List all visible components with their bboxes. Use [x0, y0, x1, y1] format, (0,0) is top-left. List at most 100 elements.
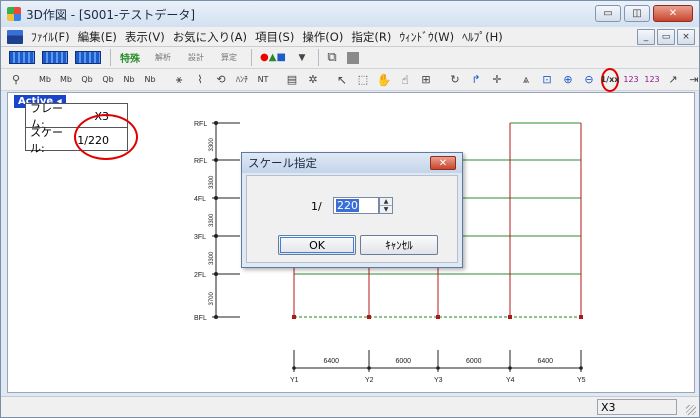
- triangle-icon: ▲: [268, 52, 277, 63]
- close-button[interactable]: ✕: [653, 5, 693, 22]
- mdi-minimize-button[interactable]: _: [637, 29, 655, 45]
- node-tool-button[interactable]: ✲: [304, 71, 322, 89]
- moment-mb2-button[interactable]: Mb: [57, 71, 75, 89]
- axis-label: Y4: [506, 377, 515, 384]
- axis-view-button[interactable]: ↱: [467, 71, 485, 89]
- spin-down-icon[interactable]: ▼: [380, 206, 392, 214]
- floor-label: 4FL: [194, 196, 206, 203]
- zoom-fit-button[interactable]: ⊡: [538, 71, 556, 89]
- mdi-close-button[interactable]: ×: [677, 29, 695, 45]
- shear-qb2-button[interactable]: Qb: [99, 71, 117, 89]
- spring-tool-button[interactable]: ⌇: [191, 71, 209, 89]
- rotate-view-button[interactable]: ↻: [446, 71, 464, 89]
- dialog-close-button[interactable]: ✕: [430, 156, 456, 170]
- number-down-button[interactable]: 123: [643, 71, 661, 89]
- axial-nb2-button[interactable]: Nb: [141, 71, 159, 89]
- stop-icon: [347, 51, 359, 64]
- story-height-label: 3300: [209, 175, 215, 189]
- arrow-end-button[interactable]: ⇥: [685, 71, 700, 89]
- column-base-node: [508, 315, 512, 319]
- number-up-button[interactable]: 123: [622, 71, 640, 89]
- dropdown-arrow-button[interactable]: ▼: [293, 49, 311, 67]
- axis-label: Y3: [434, 377, 443, 384]
- level-node: [214, 272, 218, 276]
- special-button[interactable]: 特殊: [115, 49, 145, 67]
- shear-qb-button[interactable]: Qb: [78, 71, 96, 89]
- force-tool-button[interactable]: ⚲: [7, 71, 25, 89]
- menu-file[interactable]: ﾌｧｲﾙ(F): [27, 29, 74, 45]
- frame-elevation-button[interactable]: [73, 49, 103, 67]
- menu-help[interactable]: ﾍﾙﾌﾟ(H): [458, 29, 507, 45]
- zoom-in-button[interactable]: ⊕: [559, 71, 577, 89]
- color-shapes-button[interactable]: ● ▲ ■: [256, 49, 290, 67]
- nt-button[interactable]: NT: [254, 71, 272, 89]
- number-down-label: 123: [644, 75, 660, 84]
- floor-label: RFL: [194, 121, 207, 128]
- column-base-node: [579, 315, 583, 319]
- color-shapes-icon: ●: [260, 52, 269, 63]
- scale-input[interactable]: 220: [333, 197, 379, 214]
- rotation-tool-button[interactable]: ⟲: [212, 71, 230, 89]
- menu-specify[interactable]: 指定(R): [347, 29, 395, 45]
- toolbar-separator: [110, 49, 111, 66]
- minimize-button[interactable]: ▭: [595, 5, 621, 22]
- app-window: 3D作図 - [S001-テストデータ] ▭ ◫ ✕ ﾌｧｲﾙ(F) 編集(E)…: [0, 0, 700, 418]
- cancel-button[interactable]: ｷｬﾝｾﾙ: [360, 235, 438, 255]
- document-icon[interactable]: [7, 29, 23, 44]
- scale-1xx-button[interactable]: 1/xx: [600, 67, 620, 92]
- spin-up-icon[interactable]: ▲: [380, 198, 392, 206]
- scale-dialog: スケール指定 ✕ 1/ 220 ▲ ▼ OK ｷｬﾝｾﾙ: [241, 152, 463, 268]
- table-view-button[interactable]: ▤: [283, 71, 301, 89]
- ok-button[interactable]: OK: [278, 235, 356, 255]
- menu-window[interactable]: ｳｨﾝﾄﾞｳ(W): [395, 29, 458, 45]
- level-node: [214, 196, 218, 200]
- support-tool-button[interactable]: ⚹: [170, 71, 188, 89]
- axis-node: [436, 366, 440, 370]
- scale-1xx-label: 1/xx: [600, 75, 620, 84]
- calculation-button[interactable]: 算定: [214, 49, 244, 67]
- select-pointer-button[interactable]: ↖: [333, 71, 351, 89]
- model-3d-button[interactable]: [7, 49, 37, 67]
- axis-label: Y5: [577, 377, 586, 384]
- floor-label: 3FL: [194, 234, 206, 241]
- span-label: 6000: [466, 358, 482, 365]
- zoom-out-button[interactable]: ⊖: [580, 71, 598, 89]
- menu-edit[interactable]: 編集(E): [74, 29, 121, 45]
- menu-view[interactable]: 表示(V): [121, 29, 169, 45]
- move-view-button[interactable]: ✛: [488, 71, 506, 89]
- window-view-button[interactable]: ⧉: [323, 49, 341, 67]
- moment-mb-button[interactable]: Mb: [36, 71, 54, 89]
- building-3d-icon: [9, 51, 35, 64]
- perspective-button[interactable]: ⩓: [517, 71, 535, 89]
- resize-grip-icon[interactable]: [686, 405, 696, 415]
- floor-label: BFL: [194, 315, 207, 322]
- column-base-node: [436, 315, 440, 319]
- hanchi-button[interactable]: ﾊﾝﾁ: [233, 71, 251, 89]
- zoom-window-button[interactable]: ⊞: [417, 71, 435, 89]
- axial-nb2-label: Nb: [144, 75, 156, 84]
- analysis-label: 解析: [155, 53, 171, 62]
- scale-spinner[interactable]: ▲ ▼: [379, 197, 393, 214]
- toolbar-main: 特殊 解析 設計 算定 ● ▲ ■ ▼ ⧉: [1, 47, 699, 69]
- frame-plan-button[interactable]: [40, 49, 70, 67]
- moment-mb2-label: Mb: [60, 75, 72, 84]
- toolbar-separator: [318, 49, 319, 66]
- grab-hand-button[interactable]: ☝: [396, 71, 414, 89]
- menu-items[interactable]: 項目(S): [251, 29, 298, 45]
- scale-label: スケール:: [30, 126, 63, 155]
- analysis-button[interactable]: 解析: [148, 49, 178, 67]
- toolbar-separator: [251, 49, 252, 66]
- arrow-right-button[interactable]: ↗: [664, 71, 682, 89]
- axis-node: [292, 366, 296, 370]
- menu-operation[interactable]: 操作(O): [298, 29, 347, 45]
- stop-button[interactable]: [344, 49, 362, 67]
- maximize-button[interactable]: ◫: [624, 5, 650, 22]
- menu-favorites[interactable]: お気に入り(A): [169, 29, 251, 45]
- box-select-button[interactable]: ⬚: [354, 71, 372, 89]
- story-height-label: 3300: [209, 213, 215, 227]
- mdi-restore-button[interactable]: ▭: [657, 29, 675, 45]
- moment-mb-label: Mb: [39, 75, 51, 84]
- pan-hand-button[interactable]: ✋: [375, 71, 393, 89]
- design-button[interactable]: 設計: [181, 49, 211, 67]
- axial-nb-button[interactable]: Nb: [120, 71, 138, 89]
